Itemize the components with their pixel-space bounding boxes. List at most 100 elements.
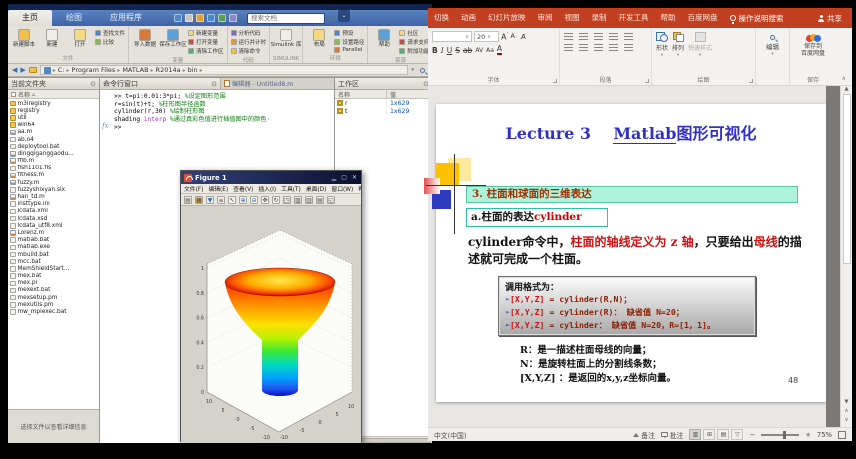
ppt-tab-动画[interactable]: 动画 bbox=[455, 8, 482, 28]
edit-button[interactable]: 编辑 ▾ bbox=[760, 31, 785, 57]
pan-icon[interactable]: ✥ bbox=[261, 196, 269, 204]
up-folder-icon[interactable] bbox=[29, 67, 37, 73]
collapse-ribbon-icon[interactable]: ∧ bbox=[842, 75, 846, 82]
close-icon[interactable]: ✕ bbox=[351, 174, 358, 181]
comments-button[interactable]: 批注 bbox=[661, 430, 684, 440]
file-row[interactable]: matlab.bat bbox=[10, 237, 99, 244]
drawing-dialog-launcher-icon[interactable] bbox=[749, 79, 753, 83]
new-doc-icon[interactable]: ▤ bbox=[184, 196, 192, 204]
font-name-select[interactable]: ∨ bbox=[432, 31, 472, 42]
toolstrip-button-打开[interactable]: 打开 bbox=[67, 28, 93, 53]
char-spacing-button[interactable]: AV bbox=[475, 47, 483, 54]
doc-search-input[interactable] bbox=[247, 13, 325, 24]
change-case-button[interactable]: Aa bbox=[486, 47, 494, 54]
toolstrip-button-新建变量[interactable]: 新建变量 bbox=[188, 29, 224, 37]
language-status[interactable]: 中文(中国) bbox=[434, 430, 467, 440]
file-row[interactable]: mcc.bat bbox=[10, 258, 99, 265]
slide[interactable]: Lecture 3 Matlab图形可视化 3. 柱面和球面的三维表达 a.柱面… bbox=[436, 104, 826, 402]
breadcrumb-segment[interactable]: R2014a bbox=[156, 66, 181, 74]
breadcrumb-dropdown-icon[interactable]: ▾ bbox=[411, 67, 414, 73]
font-color-button[interactable]: A bbox=[497, 45, 502, 55]
save-icon[interactable]: ▼ bbox=[206, 196, 214, 204]
file-row[interactable]: win64 bbox=[10, 122, 99, 129]
align-center-icon[interactable] bbox=[594, 44, 603, 51]
rotate-3d-icon[interactable]: ↻ bbox=[272, 196, 280, 204]
breadcrumb-segment[interactable]: bin bbox=[188, 66, 198, 74]
toolstrip-collapse-button[interactable]: ⌄ bbox=[338, 10, 350, 22]
view-sorter-icon[interactable]: ⊞ bbox=[703, 429, 715, 440]
toolstrip-button-布局[interactable]: 布局 bbox=[306, 28, 332, 53]
breadcrumb-segment[interactable]: C: bbox=[58, 66, 65, 74]
indent-increase-icon[interactable] bbox=[609, 33, 618, 40]
maximize-icon[interactable]: ▢ bbox=[340, 174, 348, 181]
open-folder-icon[interactable]: ▦ bbox=[195, 196, 203, 204]
align-left-icon[interactable] bbox=[579, 44, 588, 51]
figure-menu-查看(V)[interactable]: 查看(V) bbox=[233, 184, 253, 193]
align-right-icon[interactable] bbox=[609, 44, 618, 51]
numbering-icon[interactable] bbox=[579, 33, 588, 40]
matlab-tab-2[interactable]: 绘图 bbox=[52, 10, 96, 26]
view-slideshow-icon[interactable]: ▽ bbox=[731, 429, 743, 440]
workspace-name-column[interactable]: 名称 bbox=[335, 90, 387, 99]
bullets-icon[interactable] bbox=[564, 33, 573, 40]
view-normal-icon[interactable]: ▥ bbox=[689, 429, 701, 440]
file-row[interactable]: mexutils.pm bbox=[10, 301, 99, 308]
zoom-out-button[interactable]: − bbox=[749, 431, 755, 439]
toolstrip-button-清除工作区[interactable]: 清除工作区 bbox=[188, 47, 224, 55]
ppt-tab-审阅[interactable]: 审阅 bbox=[532, 8, 559, 28]
zoom-slider[interactable] bbox=[761, 434, 799, 436]
paste-icon[interactable] bbox=[207, 14, 215, 22]
file-row[interactable]: han_td.m bbox=[10, 193, 99, 200]
fit-to-window-icon[interactable] bbox=[838, 431, 846, 439]
file-row[interactable]: fitness.m bbox=[10, 172, 99, 179]
help-icon[interactable] bbox=[229, 14, 237, 22]
figure-menu-插入(I)[interactable]: 插入(I) bbox=[258, 184, 276, 193]
file-row[interactable]: deploytool.bat bbox=[10, 143, 99, 150]
toolstrip-button-Simulink 库[interactable]: Simulink 库 bbox=[273, 28, 299, 55]
bold-button[interactable]: B bbox=[432, 46, 438, 55]
quick-styles-button[interactable]: 快速样式▾ bbox=[688, 31, 712, 58]
command-prompt[interactable]: >> bbox=[114, 124, 121, 131]
ppt-tab-幻灯片放映[interactable]: 幻灯片放映 bbox=[482, 8, 532, 28]
indent-decrease-icon[interactable] bbox=[594, 33, 603, 40]
file-row[interactable]: fuzzy.m bbox=[10, 179, 99, 186]
save-icon[interactable] bbox=[174, 14, 182, 22]
file-row[interactable]: mexext.bat bbox=[10, 287, 99, 294]
ppt-tab-切换[interactable]: 切换 bbox=[428, 8, 455, 28]
toolstrip-button-新建[interactable]: 新建 bbox=[39, 28, 65, 53]
sort-arrow-icon[interactable]: ▵ bbox=[32, 91, 35, 98]
copy-icon[interactable] bbox=[196, 14, 204, 22]
workspace-row[interactable]: r1x629 bbox=[335, 99, 432, 107]
workspace-row[interactable]: t1x629 bbox=[335, 107, 432, 115]
file-row[interactable]: aa.m bbox=[10, 129, 99, 136]
toolstrip-button-帮助[interactable]: 帮助 bbox=[371, 28, 397, 55]
toolstrip-button-分析代码[interactable]: 分析代码 bbox=[231, 29, 267, 37]
breadcrumb-segment[interactable]: Program Files bbox=[72, 66, 116, 74]
file-row[interactable]: mex.pl bbox=[10, 280, 99, 287]
toolstrip-button-请求支持[interactable]: 请求支持 bbox=[399, 38, 429, 46]
file-row[interactable]: ffib.m bbox=[10, 158, 99, 165]
italic-button[interactable]: I bbox=[441, 46, 444, 55]
print-icon[interactable]: ≡ bbox=[217, 196, 225, 204]
folder-search-icon[interactable] bbox=[420, 68, 425, 73]
zoom-level[interactable]: 75% bbox=[817, 431, 832, 439]
minimize-icon[interactable]: ▁ bbox=[331, 174, 338, 181]
legend-icon[interactable]: ▤ bbox=[316, 196, 324, 204]
grow-font-button[interactable]: Aˆ bbox=[501, 32, 508, 42]
scroll-up-icon[interactable]: ▲ bbox=[844, 86, 848, 92]
slide-vscrollbar[interactable]: ▲ ▼ ∧ ∨ bbox=[840, 86, 852, 427]
toolstrip-button-导入数据[interactable]: 导入数据 bbox=[132, 28, 158, 55]
toolstrip-button-附加功能[interactable]: 附加功能 bbox=[399, 47, 429, 55]
shapes-button[interactable]: 形状▾ bbox=[656, 31, 668, 58]
ppt-tab-录制[interactable]: 录制 bbox=[586, 8, 613, 28]
font-dialog-launcher-icon[interactable] bbox=[553, 79, 557, 83]
search-icon[interactable] bbox=[328, 16, 333, 21]
line-spacing-icon[interactable] bbox=[624, 33, 633, 40]
file-row[interactable]: mexsetup.pm bbox=[10, 294, 99, 301]
zoom-out-icon[interactable]: ⊖ bbox=[250, 196, 258, 204]
breadcrumb-segment[interactable]: MATLAB bbox=[122, 66, 148, 74]
forward-icon[interactable]: ▶ bbox=[20, 66, 25, 74]
file-row[interactable]: util bbox=[10, 114, 99, 121]
ppt-tab-百度网盘[interactable]: 百度网盘 bbox=[682, 8, 724, 28]
matlab-tab-3[interactable]: 应用程序 bbox=[96, 10, 156, 26]
